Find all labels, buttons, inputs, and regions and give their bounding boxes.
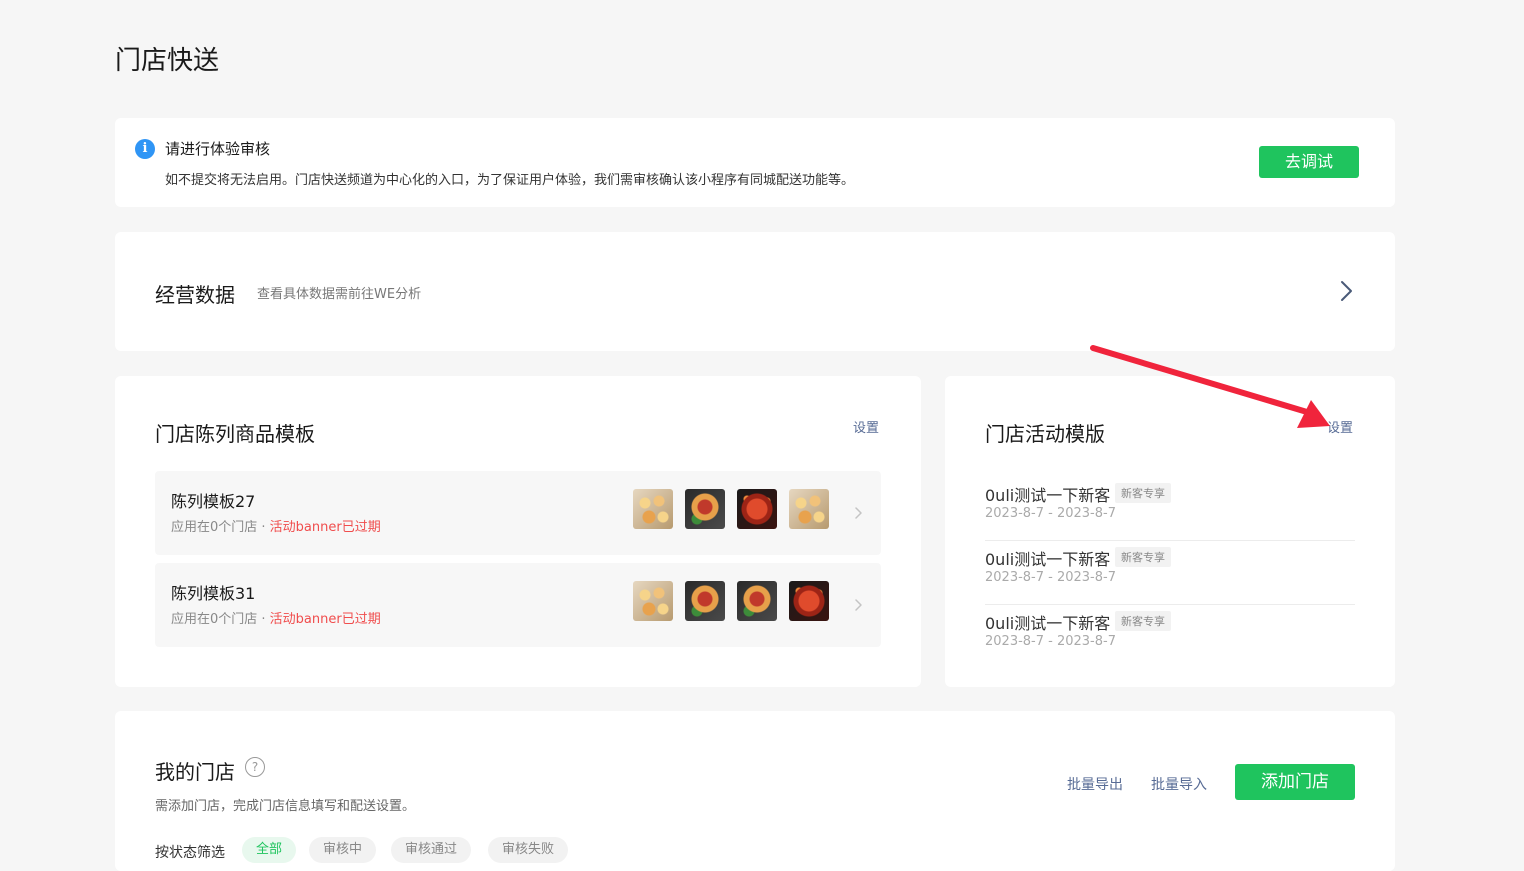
business-data-title: 经营数据 — [155, 283, 235, 307]
my-store-description: 需添加门店，完成门店信息填写和配送设置。 — [155, 799, 416, 814]
activity-item[interactable]: 0uli测试一下新客 新客专享 2023-8-7 - 2023-8-7 — [985, 540, 1355, 605]
activity-template-title: 门店活动模版 — [985, 422, 1105, 446]
activity-item[interactable]: 0uli测试一下新客 新客专享 2023-8-7 - 2023-8-7 — [985, 604, 1355, 668]
filter-failed[interactable]: 审核失败 — [488, 837, 569, 863]
product-thumbnail — [737, 489, 777, 529]
help-icon[interactable]: ? — [245, 757, 265, 777]
template-row[interactable]: 陈列模板27 应用在0个门店 · 活动banner已过期 — [155, 471, 881, 555]
display-template-title: 门店陈列商品模板 — [155, 422, 315, 446]
product-thumbnail — [633, 489, 673, 529]
activity-date: 2023-8-7 - 2023-8-7 — [985, 634, 1116, 649]
chevron-right-icon[interactable] — [1333, 278, 1359, 304]
expired-status: 活动banner已过期 — [269, 612, 381, 627]
activity-settings-link[interactable]: 设置 — [1327, 417, 1353, 436]
page-title: 门店快送 — [115, 46, 220, 76]
batch-export-button[interactable]: 批量导出 — [1067, 774, 1123, 794]
template-meta: 应用在0个门店 · 活动banner已过期 — [171, 520, 381, 535]
info-icon: i — [135, 139, 155, 159]
filter-reviewing[interactable]: 审核中 — [309, 837, 377, 863]
filter-approved[interactable]: 审核通过 — [391, 837, 472, 863]
activity-name: 0uli测试一下新客 — [985, 614, 1111, 633]
my-store-card: 我的门店 ? 需添加门店，完成门店信息填写和配送设置。 批量导出 批量导入 添加… — [115, 711, 1395, 871]
activity-item[interactable]: 0uli测试一下新客 新客专享 2023-8-7 - 2023-8-7 — [985, 476, 1355, 541]
business-data-card[interactable]: 经营数据 查看具体数据需前往WE分析 — [115, 232, 1395, 351]
my-store-title: 我的门店 — [155, 760, 235, 784]
filter-all[interactable]: 全部 — [242, 837, 297, 863]
activity-date: 2023-8-7 - 2023-8-7 — [985, 506, 1116, 521]
expired-status: 活动banner已过期 — [269, 520, 381, 535]
add-store-button[interactable]: 添加门店 — [1235, 764, 1355, 800]
template-settings-link[interactable]: 设置 — [853, 417, 879, 436]
product-thumbnail — [685, 489, 725, 529]
activity-name: 0uli测试一下新客 — [985, 550, 1111, 569]
template-row[interactable]: 陈列模板31 应用在0个门店 · 活动banner已过期 — [155, 563, 881, 647]
activity-template-card: 门店活动模版 设置 0uli测试一下新客 新客专享 2023-8-7 - 202… — [945, 376, 1395, 687]
chevron-right-icon — [855, 507, 862, 519]
product-thumbnail — [737, 581, 777, 621]
template-meta: 应用在0个门店 · 活动banner已过期 — [171, 612, 381, 627]
product-thumbnail — [789, 489, 829, 529]
template-name: 陈列模板27 — [171, 492, 256, 511]
display-template-card: 门店陈列商品模板 设置 陈列模板27 应用在0个门店 · 活动banner已过期… — [115, 376, 921, 687]
product-thumbnail — [789, 581, 829, 621]
notice-description: 如不提交将无法启用。门店快送频道为中心化的入口，为了保证用户体验，我们需审核确认… — [165, 173, 855, 188]
notice-title: 请进行体验审核 — [165, 140, 271, 158]
activity-date: 2023-8-7 - 2023-8-7 — [985, 570, 1116, 585]
review-notice-card: i 请进行体验审核 如不提交将无法启用。门店快送频道为中心化的入口，为了保证用户… — [115, 118, 1395, 207]
chevron-right-icon — [855, 599, 862, 611]
template-name: 陈列模板31 — [171, 584, 256, 603]
debug-button[interactable]: 去调试 — [1259, 146, 1359, 178]
activity-badge: 新客专享 — [1115, 547, 1171, 567]
activity-badge: 新客专享 — [1115, 611, 1171, 631]
batch-import-button[interactable]: 批量导入 — [1151, 774, 1207, 794]
product-thumbnail — [633, 581, 673, 621]
activity-badge: 新客专享 — [1115, 483, 1171, 503]
product-thumbnail — [685, 581, 725, 621]
status-filter-label: 按状态筛选 — [155, 845, 225, 861]
activity-name: 0uli测试一下新客 — [985, 486, 1111, 505]
business-data-subtitle: 查看具体数据需前往WE分析 — [257, 287, 422, 302]
